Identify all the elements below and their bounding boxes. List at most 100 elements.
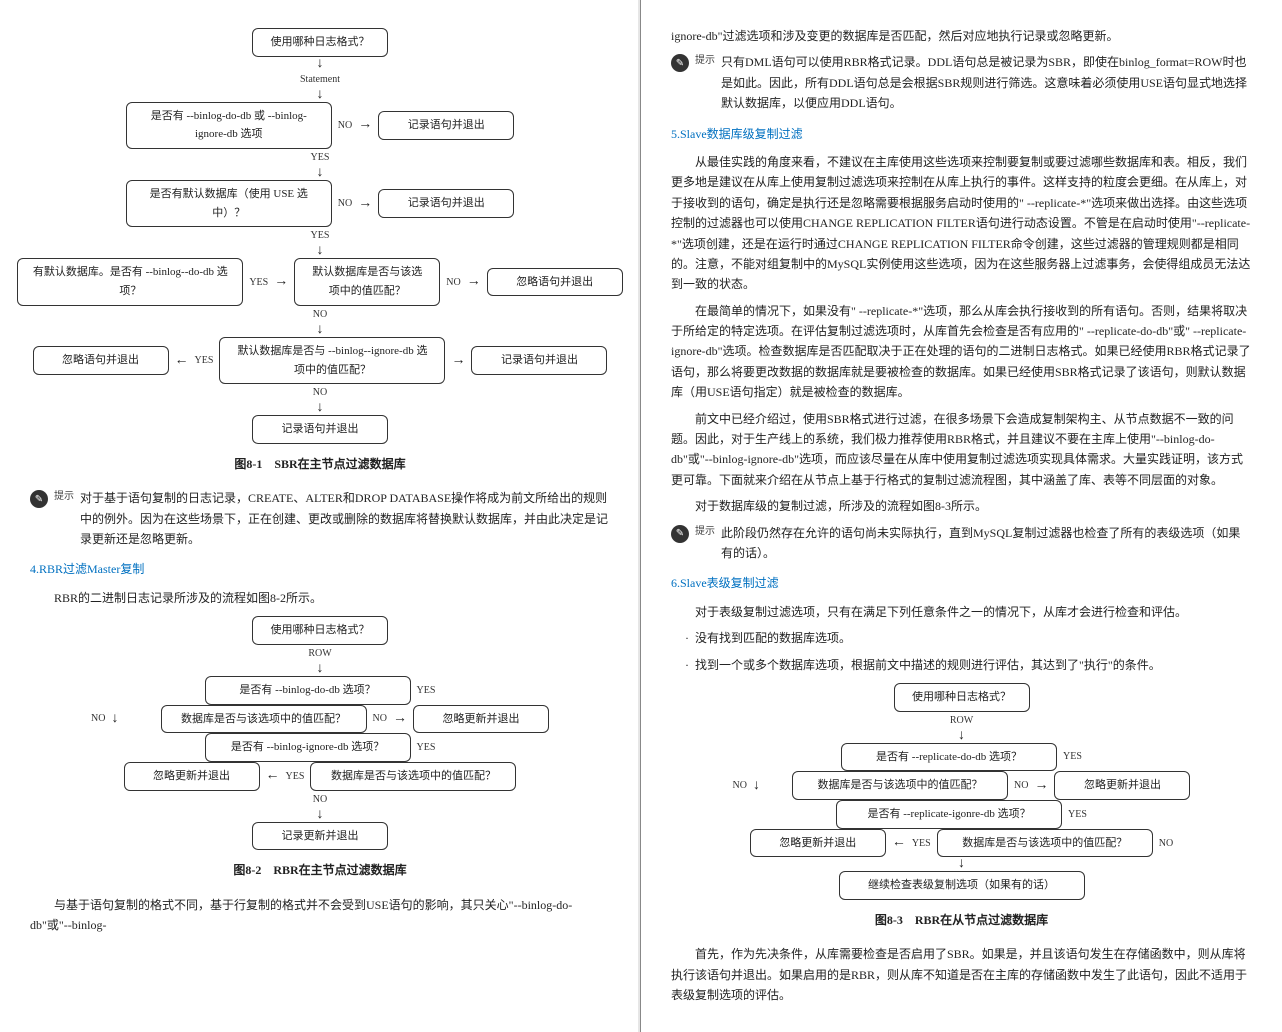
para-left-last: 与基于语句复制的格式不同，基于行复制的格式并不会受到USE语句的影响，其只关心"… — [30, 895, 610, 936]
edge-no: NO — [1159, 835, 1173, 852]
note-3: ✎ 提示 此阶段仍然存在允许的语句尚未实际执行，直到MySQL复制过滤器也检查了… — [671, 523, 1252, 564]
arrow-icon: → — [1034, 779, 1048, 793]
fc1-node-1: 使用哪种日志格式？ — [252, 28, 388, 57]
flowchart-8-1: 使用哪种日志格式？ ↓ Statement ↓ 是否有 --binlog-do-… — [30, 28, 610, 444]
edge-no: NO — [338, 117, 352, 134]
note-1: ✎ 提示 对于基于语句复制的日志记录，CREATE、ALTER和DROP DAT… — [30, 488, 610, 549]
arrow-icon: ↓ — [317, 323, 324, 337]
arrow-icon: ↓ — [112, 712, 119, 726]
fc3-node-5: 数据库是否与该选项中的值匹配？ — [937, 829, 1153, 858]
edge-no: NO — [1014, 777, 1028, 794]
edge-no: NO — [733, 777, 747, 794]
arrow-icon: → — [358, 118, 372, 132]
note-2-text: 只有DML语句可以使用RBR格式记录。DDL语句总是被记录为SBR，即使在bin… — [721, 52, 1252, 113]
page-right: ignore-db"过滤选项和涉及变更的数据库是否匹配，然后对应地执行记录或忽略… — [641, 0, 1282, 1032]
arrow-icon: ↓ — [317, 808, 324, 822]
fc1-node-7: 记录语句并退出 — [252, 415, 388, 444]
heading-4: 4.RBR过滤Master复制 — [30, 559, 610, 579]
arrow-icon: ↓ — [317, 662, 324, 676]
edge-yes: YES — [286, 768, 305, 785]
arrow-icon: ← — [175, 354, 189, 368]
fc1-node-2: 是否有 --binlog-do-db 或 --binlog-ignore-db … — [126, 102, 332, 149]
edge-no: NO — [91, 710, 105, 727]
para-rbr-intro: RBR的二进制日志记录所涉及的流程如图8-2所示。 — [30, 588, 610, 608]
para-r2: 在最简单的情况下，如果没有" --replicate-*"选项，那么从库会执行接… — [671, 301, 1252, 403]
list-item-1: 没有找到匹配的数据库选项。 — [695, 628, 1252, 648]
fc3-out-2: 忽略更新并退出 — [750, 829, 886, 858]
fc3-node-2: 是否有 --replicate-do-db 选项？ — [841, 743, 1057, 772]
edge-no: NO — [373, 710, 387, 727]
fc1-out-2: 记录语句并退出 — [378, 189, 514, 218]
fc2-node-2: 是否有 --binlog-do-db 选项？ — [205, 676, 411, 705]
arrow-icon: → — [393, 712, 407, 726]
flowchart-8-3: 使用哪种日志格式？ ROW ↓ 是否有 --replicate-do-db 选项… — [671, 683, 1252, 900]
tip-icon: ✎ — [30, 490, 48, 508]
edge-yes: YES — [195, 352, 214, 369]
arrow-icon: ↓ — [958, 729, 965, 743]
fc2-node-5: 数据库是否与该选项中的值匹配？ — [310, 762, 516, 791]
arrow-icon: ↓ — [317, 244, 324, 258]
heading-6: 6.Slave表级复制过滤 — [671, 573, 1252, 593]
edge-no: NO — [446, 274, 460, 291]
fc3-node-6: 继续检查表级复制选项（如果有的话） — [839, 871, 1085, 900]
note-1-text: 对于基于语句复制的日志记录，CREATE、ALTER和DROP DATABASE… — [80, 488, 610, 549]
tip-label: 提示 — [695, 523, 715, 540]
heading-5: 5.Slave数据库级复制过滤 — [671, 124, 1252, 144]
fc1-out-3: 忽略语句并退出 — [487, 268, 623, 297]
arrow-icon: ↓ — [317, 57, 324, 71]
arrow-icon: → — [274, 275, 288, 289]
fc1-edge-statement: Statement — [300, 71, 340, 88]
arrow-icon: ↓ — [958, 857, 965, 871]
fc3-node-4: 是否有 --replicate-igonre-db 选项？ — [836, 800, 1062, 829]
edge-no: NO — [313, 791, 327, 808]
edge-yes: YES — [311, 149, 330, 166]
page-left: 使用哪种日志格式？ ↓ Statement ↓ 是否有 --binlog-do-… — [0, 0, 641, 1032]
arrow-icon: → — [451, 354, 465, 368]
edge-yes: YES — [1068, 806, 1087, 823]
caption-8-1: 图8-1 SBR在主节点过滤数据库 — [30, 454, 610, 474]
caption-8-2: 图8-2 RBR在主节点过滤数据库 — [30, 860, 610, 880]
arrow-icon: → — [358, 197, 372, 211]
note-2: ✎ 提示 只有DML语句可以使用RBR格式记录。DDL语句总是被记录为SBR，即… — [671, 52, 1252, 113]
edge-yes: YES — [1063, 748, 1082, 765]
edge-yes: YES — [417, 682, 436, 699]
arrow-icon: ↓ — [317, 401, 324, 415]
para-r6: 首先，作为先决条件，从库需要检查是否启用了SBR。如果是，并且该语句发生在存储函… — [671, 944, 1252, 1005]
page-divider — [638, 0, 640, 1032]
para-r1: 从最佳实践的角度来看，不建议在主库使用这些选项来控制要复制或要过滤哪些数据库和表… — [671, 152, 1252, 295]
arrow-icon: ← — [892, 836, 906, 850]
fc2-out-2: 忽略更新并退出 — [124, 762, 260, 791]
fc1-out-5: 记录语句并退出 — [471, 346, 607, 375]
fc1-out-4: 忽略语句并退出 — [33, 346, 169, 375]
fc1-node-5: 默认数据库是否与该选项中的值匹配？ — [294, 258, 440, 305]
fc3-out-1: 忽略更新并退出 — [1054, 771, 1190, 800]
fc2-node-4: 是否有 --binlog-ignore-db 选项？ — [205, 733, 411, 762]
arrow-icon: → — [467, 275, 481, 289]
fc2-node-3: 数据库是否与该选项中的值匹配？ — [161, 705, 367, 734]
caption-8-3: 图8-3 RBR在从节点过滤数据库 — [671, 910, 1252, 930]
list-item-2: 找到一个或多个数据库选项，根据前文中描述的规则进行评估，其达到了"执行"的条件。 — [695, 655, 1252, 675]
tip-icon: ✎ — [671, 54, 689, 72]
flowchart-8-2: 使用哪种日志格式？ ROW ↓ 是否有 --binlog-do-db 选项？ Y… — [30, 616, 610, 850]
fc3-edge-row: ROW — [950, 712, 973, 729]
arrow-icon: ↓ — [753, 779, 760, 793]
arrow-icon: ↓ — [317, 166, 324, 180]
para-r3: 前文中已经介绍过，使用SBR格式进行过滤，在很多场景下会造成复制架构主、从节点数… — [671, 409, 1252, 491]
fc2-edge-row: ROW — [308, 645, 331, 662]
tip-label: 提示 — [695, 52, 715, 69]
arrow-icon: ← — [266, 769, 280, 783]
para-r0: ignore-db"过滤选项和涉及变更的数据库是否匹配，然后对应地执行记录或忽略… — [671, 26, 1252, 46]
para-r5: 对于表级复制过滤选项，只有在满足下列任意条件之一的情况下，从库才会进行检查和评估… — [671, 602, 1252, 622]
edge-yes: YES — [417, 739, 436, 756]
edge-yes: YES — [311, 227, 330, 244]
fc1-node-3: 是否有默认数据库（使用 USE 选中）？ — [126, 180, 332, 227]
note-3-text: 此阶段仍然存在允许的语句尚未实际执行，直到MySQL复制过滤器也检查了所有的表级… — [721, 523, 1252, 564]
fc2-node-6: 记录更新并退出 — [252, 822, 388, 851]
edge-no: NO — [313, 384, 327, 401]
edge-yes: YES — [249, 274, 268, 291]
edge-no: NO — [313, 306, 327, 323]
tip-icon: ✎ — [671, 525, 689, 543]
edge-no: NO — [338, 195, 352, 212]
tip-label: 提示 — [54, 488, 74, 505]
fc3-node-1: 使用哪种日志格式？ — [894, 683, 1030, 712]
